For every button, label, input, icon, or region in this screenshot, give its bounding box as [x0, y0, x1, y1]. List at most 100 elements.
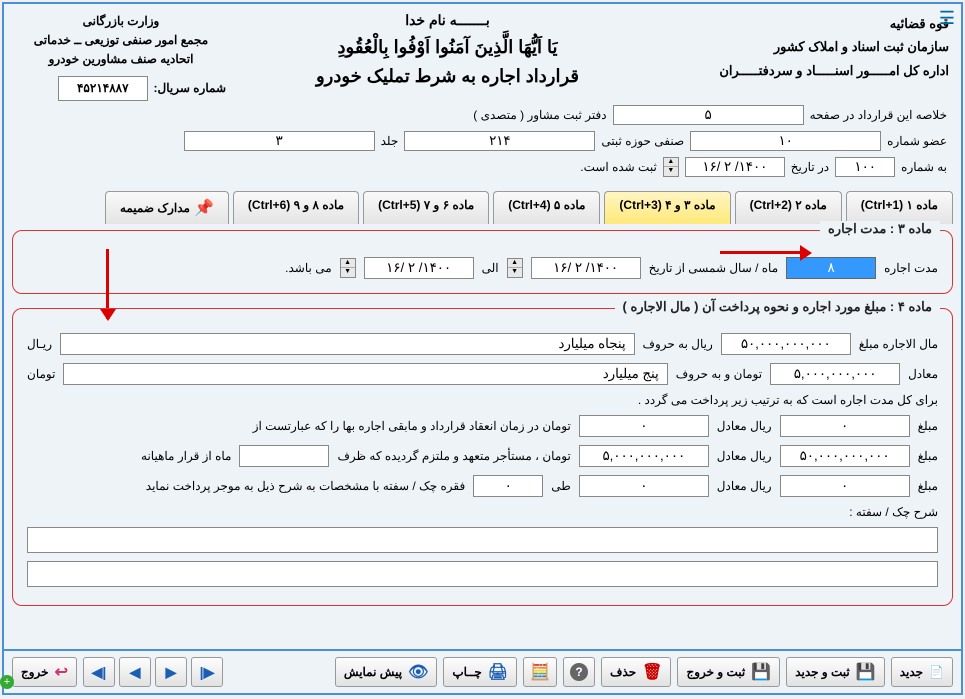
save-exit-button[interactable]: 💾 ثبت و خروج — [677, 657, 780, 687]
volume-input[interactable] — [184, 131, 375, 151]
preview-button[interactable]: 👁 پیش نمایش — [335, 657, 437, 687]
save-exit-label: ثبت و خروج — [686, 665, 745, 679]
nav-prev-button[interactable]: ◀ — [119, 657, 151, 687]
calculator-button[interactable]: 🧮 — [523, 657, 557, 687]
r3-amount-input[interactable] — [780, 475, 910, 497]
print-button[interactable]: 🖨 چــاپ — [443, 657, 517, 687]
document-icon: 📄 — [929, 665, 944, 679]
tab-attachments[interactable]: 📌 مدارک ضمیمه — [105, 191, 229, 224]
red-arrow-right — [720, 245, 812, 261]
ministry-line-1: وزارت بازرگانی — [16, 12, 226, 31]
toman-words-input[interactable] — [63, 363, 667, 385]
org-line-2: سازمان ثبت اسناد و املاک کشور — [669, 35, 949, 58]
tab-madeh-5[interactable]: ماده ۵ (Ctrl+4) — [493, 191, 600, 224]
r1-b: ریال معادل — [717, 419, 772, 433]
section4-title: ماده ۴ : مبلغ مورد اجاره و نحوه پرداخت آ… — [615, 299, 940, 315]
bismillah: بـــــــه نام خدا — [246, 12, 649, 29]
preview-label: پیش نمایش — [344, 665, 402, 679]
end-label: می باشد. — [285, 261, 331, 275]
nav-next-button[interactable]: ▶ — [155, 657, 187, 687]
r2-b: ریال معادل — [717, 449, 772, 463]
r2-c: تومان ، مستأجر متعهد و ملتزم گردیده که ظ… — [337, 449, 570, 463]
toman-unit: تومان — [27, 367, 55, 381]
serial-value: ۴۵۲۱۴۸۸۷ — [58, 76, 148, 101]
delete-label: حذف — [610, 665, 636, 679]
tab-madeh-8-9[interactable]: ماده ۸ و ۹ (Ctrl+6) — [233, 191, 359, 224]
printer-icon: 🖨 — [488, 662, 508, 682]
r3-d: فقره چک / سفته با مشخصات به شرح ذیل به م… — [146, 479, 465, 493]
cheque-desc-input-2[interactable] — [27, 561, 938, 587]
rial-words-input[interactable] — [60, 333, 635, 355]
exit-icon: ↩ — [55, 662, 68, 682]
summary-1b: دفتر ثبت مشاور ( متصدی ) — [473, 108, 606, 122]
question-icon: ? — [570, 663, 588, 681]
tab-attachments-label: مدارک ضمیمه — [120, 201, 190, 215]
ministry-line-3: اتحادیه صنف مشاورین خودرو — [16, 50, 226, 69]
summary-3a: به شماره — [901, 160, 947, 174]
member-input[interactable] — [690, 131, 881, 151]
summary-2c: جلد — [381, 134, 399, 148]
help-button[interactable]: ? — [563, 657, 595, 687]
org-line-3: اداره کل امـــــور اسنـــــاد و سردفتـــ… — [669, 59, 949, 82]
tab-madeh-6-7[interactable]: ماده ۶ و ۷ (Ctrl+5) — [363, 191, 489, 224]
r2-amount-input[interactable] — [780, 445, 910, 467]
nav-prev-icon: ◀ — [130, 664, 141, 681]
org-line-1: قوه قضائیه — [669, 12, 949, 35]
unit-label: ماه / سال شمسی از تاریخ — [649, 261, 779, 275]
from-date-spinner[interactable]: ▲▼ — [507, 258, 523, 278]
summary-3c: ثبت شده است. — [580, 160, 657, 174]
add-icon[interactable]: + — [0, 675, 14, 689]
tab-madeh-3-4[interactable]: ماده ۳ و ۴ (Ctrl+3) — [604, 191, 730, 224]
rial-words-label: ریال به حروف — [643, 337, 713, 351]
r3-b: ریال معادل — [717, 479, 772, 493]
delete-button[interactable]: 🗑 حذف — [601, 657, 671, 687]
r3-a: مبلغ — [918, 479, 938, 493]
save-new-button[interactable]: 💾 ثبت و جدید — [786, 657, 884, 687]
tab-madeh-2[interactable]: ماده ۲ (Ctrl+2) — [735, 191, 842, 224]
to-date-spinner[interactable]: ▲▼ — [340, 258, 356, 278]
r3-c: طی — [551, 479, 571, 493]
summary-2a: عضو شماره — [887, 134, 947, 148]
r2-equiv-input[interactable] — [579, 445, 709, 467]
nav-last-button[interactable]: |◀ — [83, 657, 115, 687]
summary-2b: صنفی حوزه ثبتی — [601, 134, 684, 148]
exit-label: خروج — [21, 665, 49, 679]
r1-a: مبلغ — [918, 419, 938, 433]
new-label: جدید — [900, 665, 923, 679]
reg-date-input[interactable] — [685, 157, 785, 177]
print-label: چــاپ — [452, 665, 481, 679]
floppy-icon: 💾 — [856, 662, 876, 682]
quran-verse: یَا اَیُّهَا الَّذِینَ آمَنُوا اَوْفُوا … — [246, 37, 649, 58]
tab-madeh-1[interactable]: ماده ۱ (Ctrl+1) — [846, 191, 953, 224]
note-line: برای کل مدت اجاره است که به ترتیب زیر پر… — [638, 393, 938, 407]
rent-label: مال الاجاره مبلغ — [859, 337, 938, 351]
rent-input[interactable] — [721, 333, 851, 355]
r3-count-input[interactable] — [473, 475, 543, 497]
cheque-desc-input[interactable] — [27, 527, 938, 553]
zone-input[interactable] — [404, 131, 595, 151]
r1-amount-input[interactable] — [780, 415, 910, 437]
equiv-input[interactable] — [770, 363, 900, 385]
r2-months-input[interactable] — [239, 445, 329, 467]
floppy-orange-icon: 💾 — [751, 662, 771, 682]
rial-unit: ریـال — [27, 337, 52, 351]
new-button[interactable]: 📄 جدید — [891, 657, 953, 687]
pin-icon: 📌 — [194, 198, 214, 218]
to-label: الی — [482, 261, 499, 275]
date-spinner[interactable]: ▲▼ — [663, 157, 679, 177]
r2-d: ماه از قرار ماهیانه — [141, 449, 231, 463]
from-date-input[interactable] — [531, 257, 641, 279]
menu-icon[interactable]: ☰ — [939, 8, 955, 29]
page-input[interactable] — [613, 105, 804, 125]
number-input[interactable] — [835, 157, 895, 177]
r1-equiv-input[interactable] — [579, 415, 709, 437]
serial-label: شماره سریال: — [154, 79, 226, 98]
exit-button[interactable]: ↩ خروج — [12, 657, 77, 687]
summary-3b: در تاریخ — [791, 160, 829, 174]
r1-c: تومان در زمان انعقاد قرارداد و مابقی اجا… — [253, 419, 571, 433]
r3-equiv-input[interactable] — [579, 475, 709, 497]
toman-words-label: تومان و به حروف — [676, 367, 762, 381]
to-date-input[interactable] — [364, 257, 474, 279]
nav-first-icon: ▶| — [200, 664, 215, 681]
nav-first-button[interactable]: ▶| — [191, 657, 223, 687]
